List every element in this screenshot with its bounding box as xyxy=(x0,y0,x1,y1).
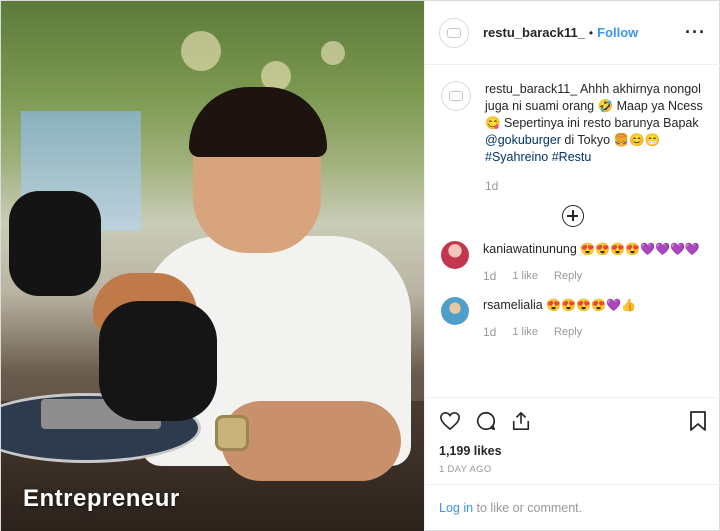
reply-button[interactable]: Reply xyxy=(554,268,582,285)
instagram-post: Entrepreneur restu_barack11_ • Follow ··… xyxy=(0,0,720,531)
action-icons xyxy=(439,408,707,434)
wristwatch xyxy=(215,415,249,451)
heart-icon[interactable] xyxy=(439,411,461,431)
bokeh-light xyxy=(321,41,345,65)
comment-time[interactable]: 1d xyxy=(483,324,496,341)
separator-dot: • xyxy=(588,25,594,40)
comment-item: kaniawatinunung 😍😍😍😍💜💜💜💜 1d 1 like Reply xyxy=(441,241,705,285)
comment-body: rsamelialia 😍😍😍😍💜👍 1d 1 like Reply xyxy=(483,297,703,341)
caption-body-end: di Tokyo 🍔😊😁 xyxy=(560,133,661,147)
more-options-icon[interactable]: ··· xyxy=(685,22,706,43)
comment-likes[interactable]: 1 like xyxy=(512,268,538,285)
like-count[interactable]: 1,199 likes xyxy=(439,444,707,458)
comment-body: kaniawatinunung 😍😍😍😍💜💜💜💜 1d 1 like Reply xyxy=(483,241,703,285)
comment-meta: 1d 1 like Reply xyxy=(483,268,703,285)
hashtag-link[interactable]: #Syahreino xyxy=(485,150,548,164)
header-username[interactable]: restu_barack11_ xyxy=(483,25,585,40)
comment-icon[interactable] xyxy=(475,410,497,432)
comment-likes[interactable]: 1 like xyxy=(512,324,538,341)
comment-time[interactable]: 1d xyxy=(483,268,496,285)
caption-avatar[interactable] xyxy=(441,81,471,111)
caption-time[interactable]: 1d xyxy=(485,178,705,195)
comment-item: rsamelialia 😍😍😍😍💜👍 1d 1 like Reply xyxy=(441,297,705,341)
caption-username[interactable]: restu_barack11_ xyxy=(485,82,577,96)
post-age[interactable]: 1 DAY AGO xyxy=(439,464,707,475)
login-prompt-text: to like or comment. xyxy=(473,501,583,515)
caption-text: restu_barack11_ Ahhh akhirnya nongol jug… xyxy=(485,81,705,195)
comment-meta: 1d 1 like Reply xyxy=(483,324,703,341)
commenter-username[interactable]: rsamelialia xyxy=(483,298,543,312)
commenter-avatar[interactable] xyxy=(441,241,469,269)
action-bar: 1,199 likes 1 DAY AGO xyxy=(425,397,720,475)
login-link[interactable]: Log in xyxy=(439,501,473,515)
reply-button[interactable]: Reply xyxy=(554,324,582,341)
follow-button[interactable]: Follow xyxy=(597,25,638,40)
commenter-username[interactable]: kaniawatinunung xyxy=(483,242,577,256)
avatar-placeholder-icon xyxy=(449,91,463,101)
login-prompt: Log in to like or comment. xyxy=(425,484,720,531)
bokeh-light xyxy=(181,31,221,71)
photo-overlay-text: Entrepreneur xyxy=(23,485,180,512)
person-hair xyxy=(189,87,327,157)
gloved-hand-holding-burger xyxy=(99,301,217,421)
add-comment-icon[interactable] xyxy=(562,205,584,227)
avatar-placeholder-icon xyxy=(447,27,461,38)
caption: restu_barack11_ Ahhh akhirnya nongol jug… xyxy=(441,81,705,195)
post-header: restu_barack11_ • Follow ··· xyxy=(425,1,720,65)
post-sidebar: restu_barack11_ • Follow ··· restu_barac… xyxy=(424,1,720,531)
avatar[interactable] xyxy=(439,17,469,48)
hashtag-link[interactable]: #Restu xyxy=(552,150,592,164)
comment-text: 😍😍😍😍💜👍 xyxy=(546,298,636,312)
commenter-avatar[interactable] xyxy=(441,297,469,325)
comments-section: restu_barack11_ Ahhh akhirnya nongol jug… xyxy=(425,65,720,397)
mention-link[interactable]: @gokuburger xyxy=(485,133,561,147)
share-icon[interactable] xyxy=(511,410,531,432)
post-photo[interactable]: Entrepreneur xyxy=(1,1,424,531)
comment-text: 😍😍😍😍💜💜💜💜 xyxy=(580,242,700,256)
bookmark-icon[interactable] xyxy=(689,410,707,432)
gloved-hand-thumbs-up xyxy=(9,191,101,296)
